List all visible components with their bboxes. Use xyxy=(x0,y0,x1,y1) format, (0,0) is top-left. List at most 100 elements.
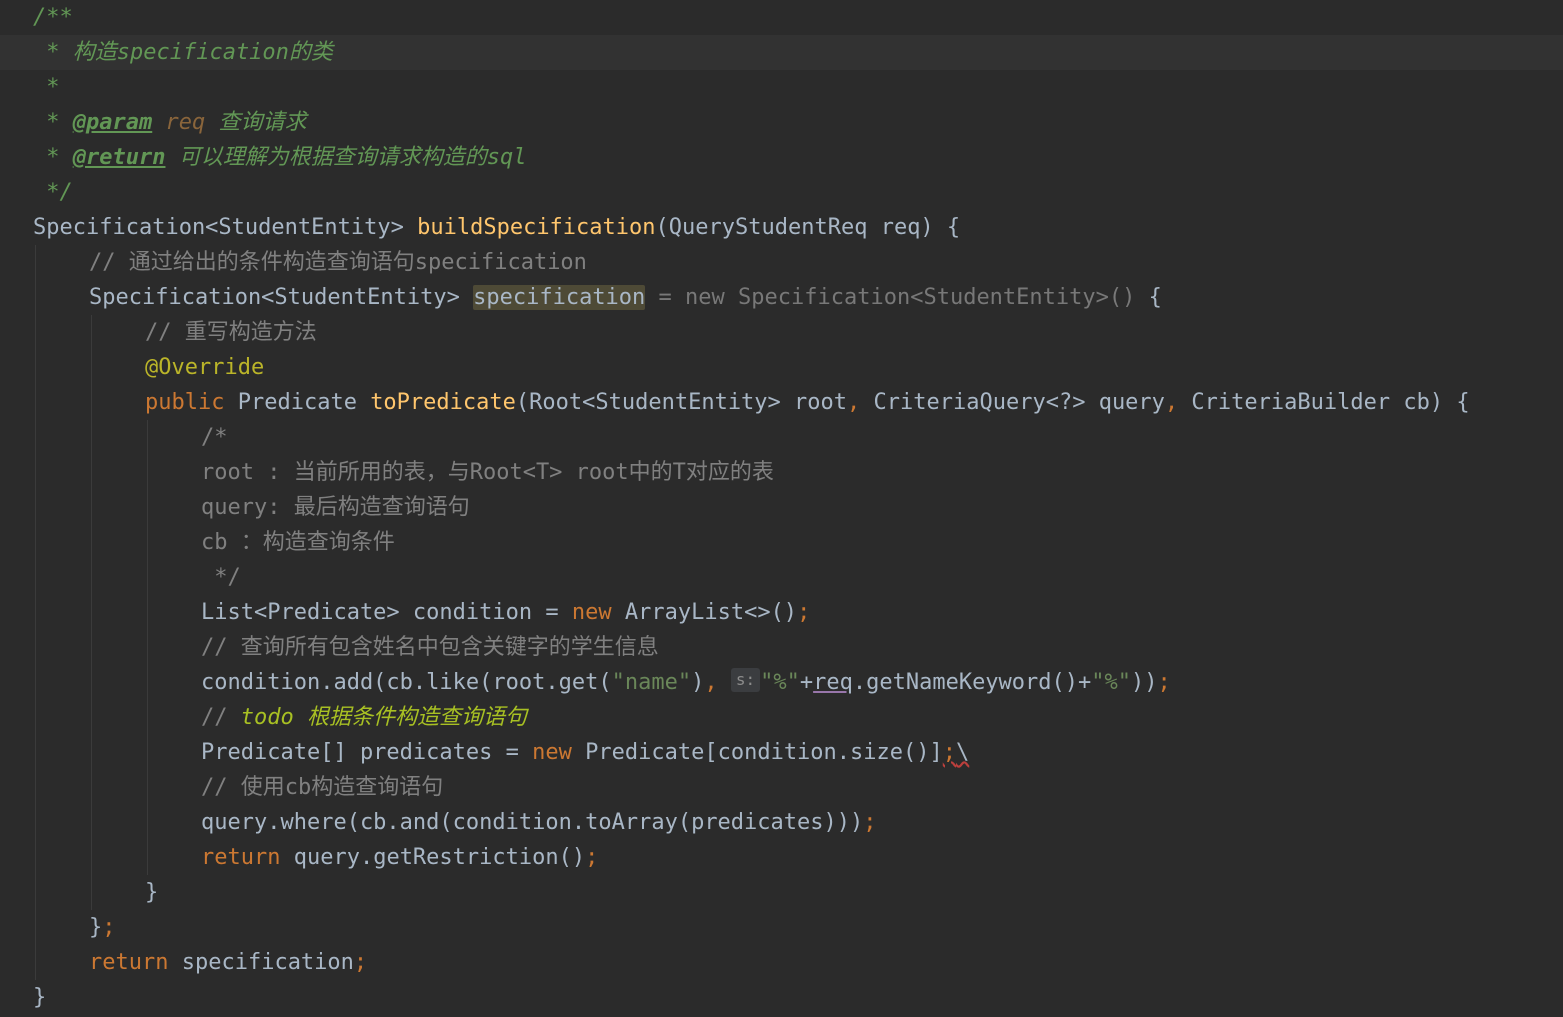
code-token: = xyxy=(645,285,686,310)
code-token: { xyxy=(1135,285,1162,310)
parameter-hint: s: xyxy=(730,668,761,692)
block-comment: cb ：构造查询条件 xyxy=(201,530,395,555)
code-line[interactable]: List<Predicate> condition = new ArrayLis… xyxy=(0,595,1563,630)
string-literal: "%" xyxy=(760,670,800,695)
code-editor[interactable]: /** * 构造specification的类 * * @param req 查… xyxy=(0,0,1563,1017)
code-line[interactable]: } xyxy=(0,875,1563,910)
javadoc-text: */ xyxy=(33,180,73,205)
code-token: } xyxy=(89,915,103,940)
code-token: new Specification<StudentEntity>() xyxy=(685,285,1136,310)
code-token: .getNameKeyword()+ xyxy=(852,670,1092,695)
line-comment: // 通过给出的条件构造查询语句specification xyxy=(89,250,587,275)
javadoc-text: * xyxy=(33,110,73,135)
code-line[interactable]: /* xyxy=(0,420,1563,455)
semicolon: ; xyxy=(353,950,368,975)
code-token: condition.add(cb.like(root.get( xyxy=(201,670,612,695)
todo-keyword: todo xyxy=(240,705,294,730)
line-comment: // 使用cb构造查询语句 xyxy=(201,775,444,800)
syntax-error-token[interactable]: \ xyxy=(956,740,969,765)
line-comment: // 查询所有包含姓名中包含关键字的学生信息 xyxy=(201,635,659,660)
keyword: public xyxy=(145,390,225,415)
code-line[interactable]: cb ：构造查询条件 xyxy=(0,525,1563,560)
code-line[interactable]: * @return 可以理解为根据查询请求构造的sql xyxy=(0,140,1563,175)
javadoc-text: /** xyxy=(33,5,73,30)
code-line[interactable]: */ xyxy=(0,560,1563,595)
javadoc-param-tag[interactable]: @param xyxy=(73,110,152,135)
code-token: CriteriaBuilder cb) { xyxy=(1178,390,1470,415)
code-token: Predicate xyxy=(224,390,371,415)
code-line[interactable]: * @param req 查询请求 xyxy=(0,105,1563,140)
code-line[interactable]: /** xyxy=(0,0,1563,35)
comma: , xyxy=(847,390,861,415)
code-token: ArrayList<>() xyxy=(611,600,798,625)
code-token: Specification<StudentEntity> xyxy=(33,215,418,240)
code-line[interactable]: Predicate[] predicates = new Predicate[c… xyxy=(0,735,1563,770)
method-name[interactable]: toPredicate xyxy=(370,390,516,415)
code-line[interactable]: query: 最后构造查询语句 xyxy=(0,490,1563,525)
code-line[interactable]: // 使用cb构造查询语句 xyxy=(0,770,1563,805)
code-token: ) xyxy=(691,670,705,695)
code-token: (QueryStudentReq req) { xyxy=(655,215,961,240)
javadoc-text: 查询请求 xyxy=(218,110,307,135)
code-line-current[interactable]: * 构造specification的类 xyxy=(0,35,1563,70)
code-line[interactable]: // todo 根据条件构造查询语句 xyxy=(0,700,1563,735)
code-token: List<Predicate> condition = xyxy=(201,600,572,625)
block-comment: root : 当前所用的表，与Root<T> root中的T对应的表 xyxy=(201,460,774,485)
code-line[interactable]: condition.add(cb.like(root.get("name"), … xyxy=(0,665,1563,700)
code-token: Predicate[condition.size()] xyxy=(571,740,943,765)
keyword: return xyxy=(201,845,281,870)
code-token: )) xyxy=(1131,670,1158,695)
code-token: CriteriaQuery<?> query xyxy=(860,390,1165,415)
semicolon: ; xyxy=(102,915,116,940)
code-line[interactable]: * xyxy=(0,70,1563,105)
code-line[interactable]: return query.getRestriction(); xyxy=(0,840,1563,875)
javadoc-text: 可以理解为根据查询请求构造的sql xyxy=(165,145,527,170)
code-line[interactable]: */ xyxy=(0,175,1563,210)
javadoc-text: * 构造specification的类 xyxy=(33,40,333,65)
code-token: query.where(cb.and(condition.toArray(pre… xyxy=(201,810,864,835)
code-token: Specification<StudentEntity> xyxy=(89,285,474,310)
javadoc-text: * xyxy=(33,145,73,170)
todo-text: 根据条件构造查询语句 xyxy=(293,705,527,730)
semicolon: ; xyxy=(585,845,599,870)
code-line[interactable]: // 通过给出的条件构造查询语句specification xyxy=(0,245,1563,280)
javadoc-param-name: req xyxy=(152,110,219,135)
line-comment: // 重写构造方法 xyxy=(145,320,317,345)
code-token: specification xyxy=(168,950,354,975)
keyword: new xyxy=(571,600,612,625)
string-literal: "%" xyxy=(1091,670,1132,695)
javadoc-return-tag[interactable]: @return xyxy=(73,145,166,170)
block-comment: query: 最后构造查询语句 xyxy=(201,495,470,520)
code-line[interactable]: }; xyxy=(0,910,1563,945)
method-name[interactable]: buildSpecification xyxy=(417,215,655,240)
code-line[interactable]: public Predicate toPredicate(Root<Studen… xyxy=(0,385,1563,420)
comma: , xyxy=(704,670,718,695)
code-token: } xyxy=(33,985,47,1010)
semicolon: ; xyxy=(942,740,957,765)
code-token: + xyxy=(799,670,814,695)
comma: , xyxy=(1164,390,1179,415)
code-token: (Root<StudentEntity> root xyxy=(515,390,848,415)
code-line[interactable]: @Override xyxy=(0,350,1563,385)
code-token: query.getRestriction() xyxy=(280,845,586,870)
block-comment: /* xyxy=(201,425,228,450)
string-literal: "name" xyxy=(611,670,692,695)
code-line[interactable]: // 重写构造方法 xyxy=(0,315,1563,350)
code-line[interactable]: query.where(cb.and(condition.toArray(pre… xyxy=(0,805,1563,840)
javadoc-text: * xyxy=(33,75,60,100)
keyword: return xyxy=(89,950,169,975)
keyword: new xyxy=(532,740,572,765)
highlighted-identifier[interactable]: specification xyxy=(473,285,646,310)
code-line[interactable]: return specification; xyxy=(0,945,1563,980)
code-line[interactable]: Specification<StudentEntity> specificati… xyxy=(0,280,1563,315)
code-line[interactable]: root : 当前所用的表，与Root<T> root中的T对应的表 xyxy=(0,455,1563,490)
annotation: @Override xyxy=(145,355,265,380)
code-line[interactable]: Specification<StudentEntity> buildSpecif… xyxy=(0,210,1563,245)
code-token: Predicate[] predicates = xyxy=(201,740,533,765)
code-line[interactable]: } xyxy=(0,980,1563,1015)
parameter-reference[interactable]: req xyxy=(813,670,853,695)
code-line[interactable]: // 查询所有包含姓名中包含关键字的学生信息 xyxy=(0,630,1563,665)
semicolon: ; xyxy=(863,810,877,835)
semicolon: ; xyxy=(1157,670,1171,695)
